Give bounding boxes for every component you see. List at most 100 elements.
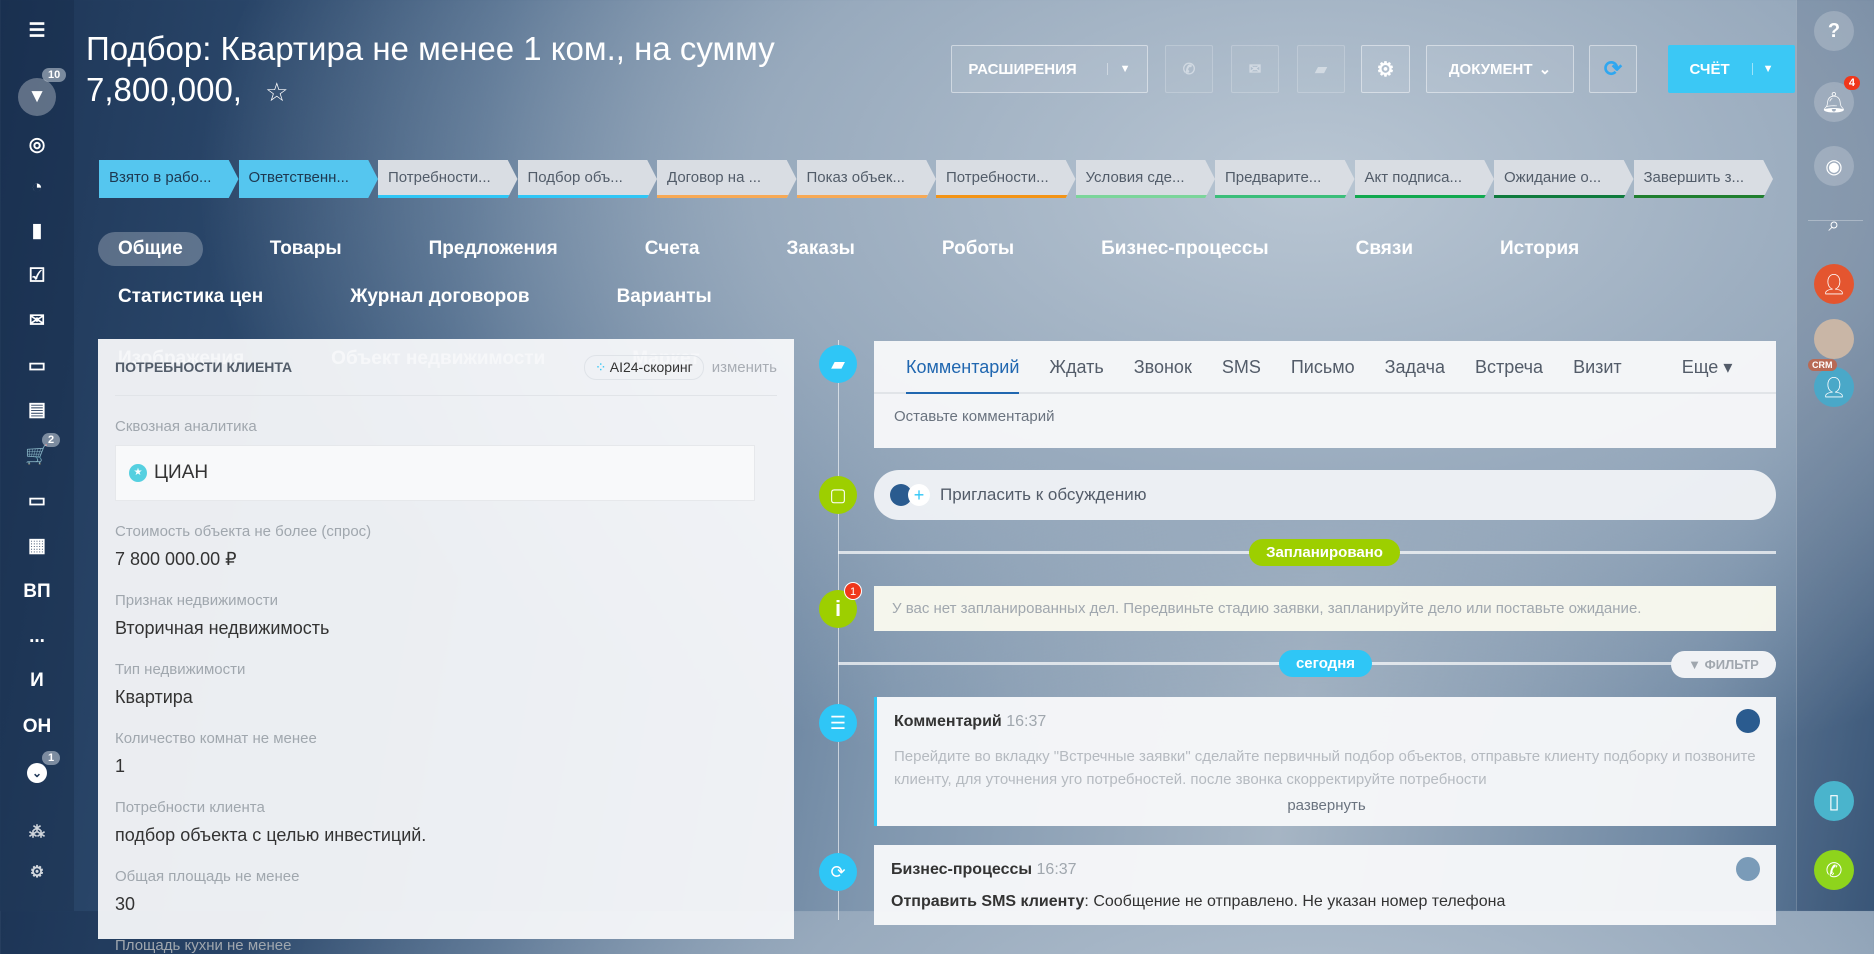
field-value: 1 (115, 756, 126, 776)
stage-5[interactable]: Договор на ... (657, 160, 797, 198)
tab-4[interactable]: Счета (625, 232, 720, 266)
clock-icon[interactable]: ◔ (0, 177, 74, 199)
stage-6[interactable]: Показ объек... (796, 160, 936, 198)
tab-6[interactable]: Роботы (922, 232, 1034, 266)
phone-icon[interactable]: ✆ (1165, 45, 1213, 93)
target-icon[interactable]: ◎ (0, 134, 74, 157)
mail-icon[interactable]: ✉ (0, 310, 74, 333)
tab-10[interactable]: Статистика цен (98, 280, 283, 314)
dropdown-arrow-icon[interactable]: ▼ (1106, 63, 1131, 75)
stage-9[interactable]: Предварите... (1215, 160, 1355, 198)
crm-contact-icon[interactable]: 👤︎ CRM (1808, 359, 1854, 407)
tab-9[interactable]: История (1480, 232, 1599, 266)
editor-tab-5[interactable]: Письмо (1291, 357, 1355, 392)
stage-10[interactable]: Акт подписа... (1354, 160, 1494, 198)
stage-3[interactable]: Потребности... (378, 160, 518, 198)
tab-3[interactable]: Предложения (409, 232, 578, 266)
field-label: Общая площадь не менее (115, 868, 300, 885)
tab-1[interactable]: Общие (98, 232, 203, 266)
bell-icon[interactable]: 🔔︎ 4 (1814, 76, 1860, 122)
editor-tab-6[interactable]: Задача (1385, 357, 1445, 392)
star-icon[interactable]: ☆ (265, 77, 288, 107)
item-time: 16:37 (1036, 861, 1077, 878)
sidebar-item-crm[interactable]: ▼ 10 (0, 68, 74, 116)
chevron-down-icon: ⌄ (1538, 61, 1552, 78)
user-avatar[interactable]: 👤︎ (1814, 264, 1854, 304)
group-avatar[interactable] (1814, 319, 1854, 359)
filter-button[interactable]: ▼ ФИЛЬТР (1671, 651, 1776, 678)
grid-icon[interactable]: ▦ (0, 535, 74, 558)
activity-editor: Комментарий Ждать Звонок SMS Письмо Задача Вст… (874, 341, 1776, 448)
menu-icon[interactable]: ☰ (0, 20, 74, 43)
editor-tabs: Комментарий Ждать Звонок SMS Письмо Задача Вст… (874, 341, 1776, 394)
stage-8[interactable]: Условия сде... (1075, 160, 1215, 198)
today-label: сегодня (1279, 650, 1372, 677)
sync-icon[interactable]: ⟳ (1589, 45, 1637, 93)
crm-badge: CRM (1808, 359, 1837, 371)
field-label: Стоимость объекта не более (спрос) (115, 523, 372, 540)
stage-7[interactable]: Потребности... (936, 160, 1076, 198)
page-title: Подбор: Квартира не менее 1 ком., на сум… (86, 30, 775, 108)
window-icon[interactable]: ▭ (0, 490, 74, 513)
editor-tab-7[interactable]: Встреча (1475, 357, 1543, 392)
editor-more-dropdown[interactable]: Еще ▾ (1682, 357, 1733, 392)
planned-label: Запланировано (1249, 539, 1400, 566)
tab-7[interactable]: Бизнес-процессы (1081, 232, 1289, 266)
stage-11[interactable]: Ожидание о... (1494, 160, 1634, 198)
cash-register-icon[interactable]: ▤ (0, 399, 74, 422)
gear-icon[interactable]: ⚙ (0, 862, 74, 882)
network-icon[interactable]: ⁂ (0, 822, 74, 842)
stage-12[interactable]: Завершить з... (1633, 160, 1773, 198)
search-icon[interactable]: ⌕ (1814, 205, 1854, 245)
stage-4[interactable]: Подбор объ... (517, 160, 657, 198)
field-label: Сквозная аналитика (115, 418, 257, 435)
invoice-button[interactable]: СЧЁТ ▼ (1668, 45, 1795, 93)
stage-1[interactable]: Взято в рабо... (99, 160, 239, 198)
field-label: Потребности клиента (115, 799, 265, 816)
phone-call-icon[interactable]: ✆ (1814, 850, 1854, 890)
ai-scoring-badge[interactable]: ⁘ AI24-скоринг (583, 354, 704, 380)
tab-8[interactable]: Связи (1336, 232, 1433, 266)
field-value: 7 800 000.00 ₽ (115, 549, 237, 569)
timeline-business-process: Бизнес-процессы 16:37 Отправить SMS клие… (874, 845, 1776, 925)
help-icon[interactable]: ? (1814, 11, 1854, 51)
no-tasks-notice: У вас нет запланированных дел. Передвинь… (874, 586, 1776, 631)
sidebar-item-more[interactable]: ... (0, 626, 74, 648)
field-value: Квартира (115, 687, 193, 707)
molecule-icon: ⁘ (594, 358, 607, 375)
robot-icon[interactable]: ▭ (0, 355, 74, 378)
cart-icon[interactable]: 🛒 2 (0, 433, 74, 467)
tab-11[interactable]: Журнал договоров (330, 280, 549, 314)
counter-badge: 1 (42, 751, 61, 765)
editor-tab-4[interactable]: SMS (1222, 357, 1261, 392)
comment-input[interactable]: Оставьте комментарий (874, 394, 1776, 439)
expand-link[interactable]: развернуть (894, 797, 1759, 814)
editor-tab-1[interactable]: Комментарий (906, 357, 1020, 394)
chevron-down-icon[interactable]: ⌄ 1 (0, 751, 74, 783)
mail-icon[interactable]: ✉ (1231, 45, 1279, 93)
item-time: 16:37 (1006, 713, 1047, 730)
tab-5[interactable]: Заказы (766, 232, 874, 266)
tasks-icon[interactable]: ☑ (0, 265, 74, 288)
tab-2[interactable]: Товары (250, 232, 362, 266)
comment-icon: ▰ (819, 345, 857, 383)
editor-tab-2[interactable]: Ждать (1049, 357, 1103, 392)
tab-12[interactable]: Варианты (597, 280, 732, 314)
editor-tab-3[interactable]: Звонок (1134, 357, 1192, 392)
dropdown-arrow-icon[interactable]: ▼ (1751, 63, 1774, 75)
editor-tab-8[interactable]: Визит (1573, 357, 1622, 392)
chart-icon[interactable]: ▮ (0, 220, 74, 243)
sidebar-item-vp[interactable]: ВП (0, 581, 74, 603)
gear-icon[interactable]: ⚙ (1361, 45, 1410, 93)
extensions-button[interactable]: РАСШИРЕНИЯ ▼ (951, 45, 1148, 93)
invite-to-discussion[interactable]: + Пригласить к обсуждению (874, 470, 1776, 520)
document-button[interactable]: ДОКУМЕНТ ⌄ (1426, 45, 1574, 93)
chat-icon[interactable]: ◉ (1814, 146, 1854, 186)
chat-icon[interactable]: ▰ (1297, 45, 1345, 93)
sidebar-item-i[interactable]: И (0, 670, 74, 692)
star-icon: ★ (129, 464, 147, 482)
cloud-phone-icon[interactable]: ▯ (1814, 781, 1854, 821)
stage-2[interactable]: Ответственн... (238, 160, 378, 198)
sidebar-item-on[interactable]: ОН (0, 716, 74, 738)
edit-link[interactable]: изменить (712, 359, 777, 376)
